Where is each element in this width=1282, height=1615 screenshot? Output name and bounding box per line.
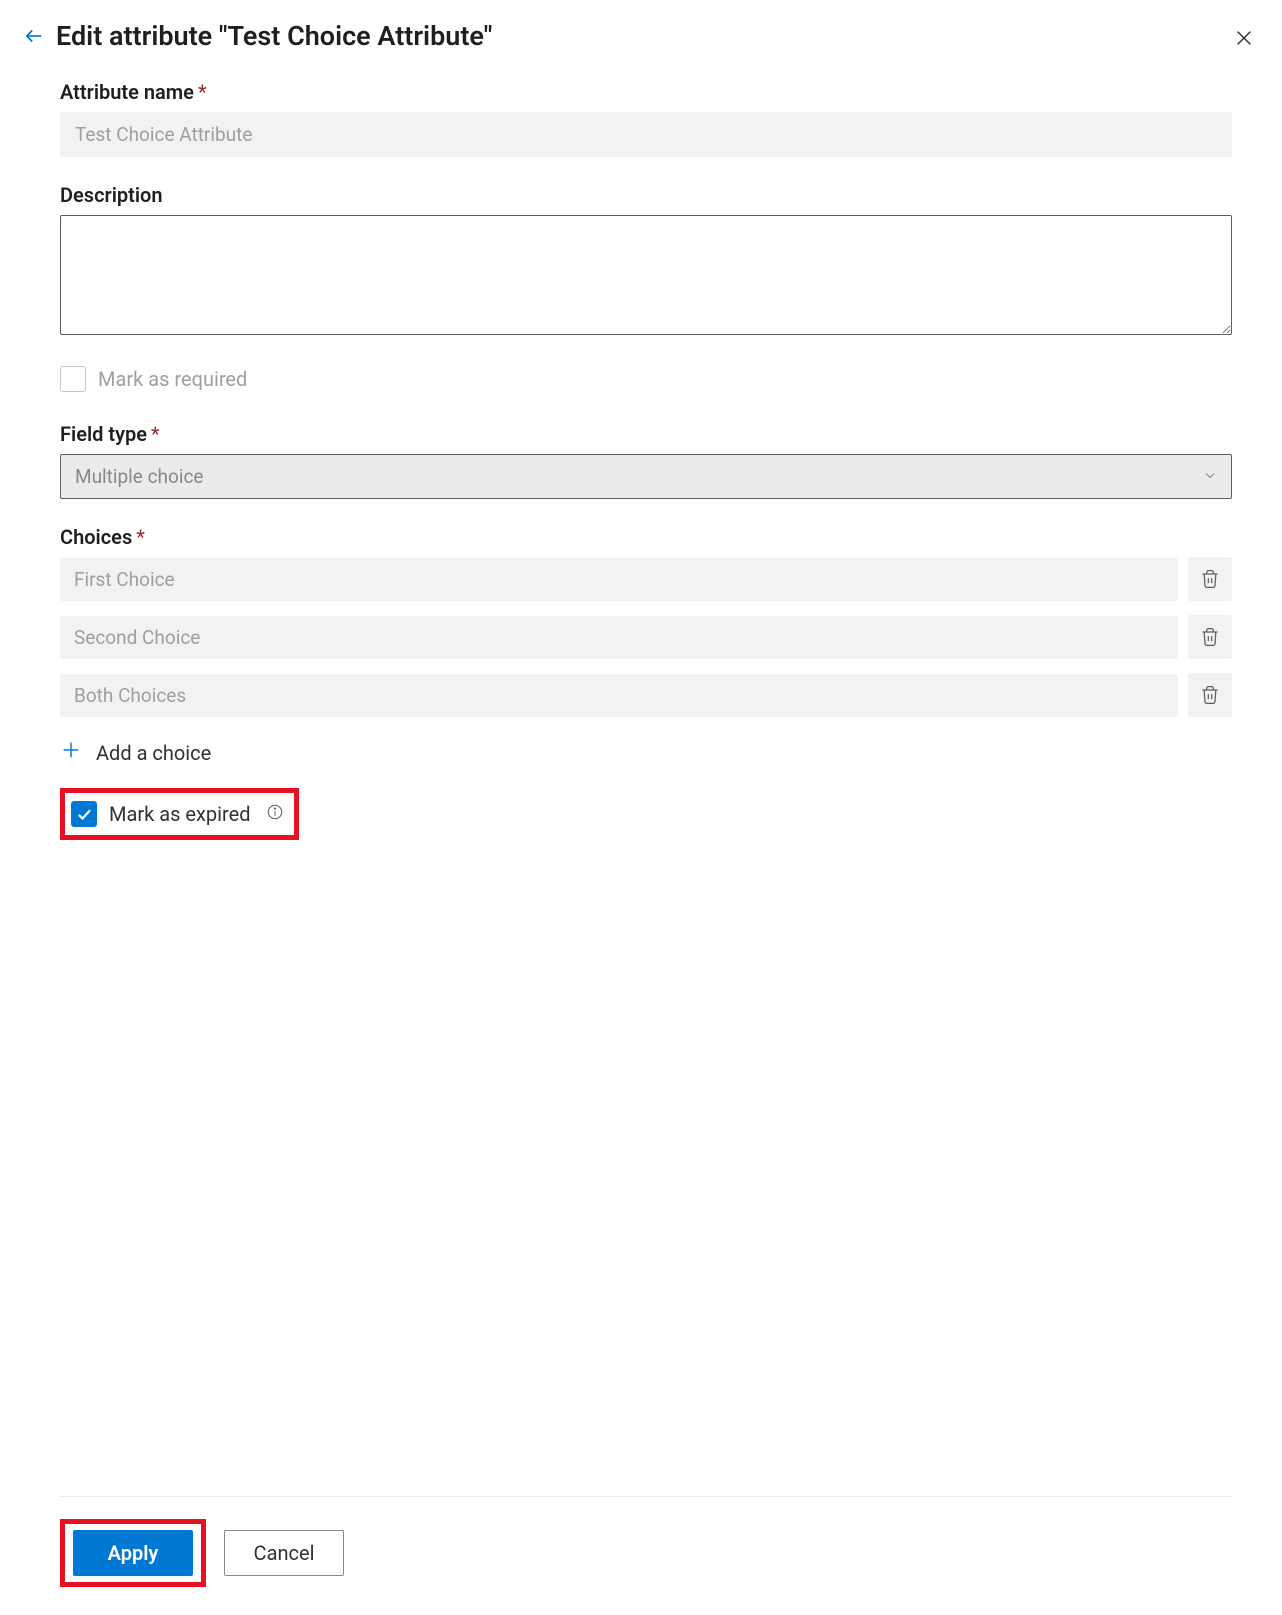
back-button[interactable] bbox=[20, 22, 48, 50]
delete-choice-button[interactable] bbox=[1188, 557, 1232, 601]
trash-icon bbox=[1200, 685, 1220, 705]
close-icon bbox=[1233, 27, 1255, 49]
description-label: Description bbox=[60, 183, 1232, 207]
choice-row bbox=[60, 673, 1232, 717]
delete-choice-button[interactable] bbox=[1188, 673, 1232, 717]
choice-row bbox=[60, 615, 1232, 659]
field-type-select bbox=[60, 454, 1232, 499]
add-choice-label: Add a choice bbox=[96, 741, 211, 765]
required-indicator: * bbox=[136, 525, 145, 549]
required-indicator: * bbox=[151, 422, 160, 446]
choices-label: Choices* bbox=[60, 525, 1232, 549]
footer-bar: Apply Cancel bbox=[60, 1496, 1232, 1615]
attribute-name-input bbox=[60, 112, 1232, 157]
panel-title: Edit attribute "Test Choice Attribute" bbox=[56, 20, 492, 52]
choice-input bbox=[60, 558, 1178, 601]
trash-icon bbox=[1200, 569, 1220, 589]
mark-expired-label: Mark as expired bbox=[109, 802, 250, 826]
mark-required-label: Mark as required bbox=[98, 367, 247, 391]
add-choice-button[interactable]: Add a choice bbox=[60, 739, 1232, 766]
close-button[interactable] bbox=[1228, 22, 1260, 54]
apply-button[interactable]: Apply bbox=[73, 1530, 193, 1576]
arrow-left-icon bbox=[23, 25, 45, 47]
delete-choice-button[interactable] bbox=[1188, 615, 1232, 659]
choice-input bbox=[60, 616, 1178, 659]
annotation-highlight: Apply bbox=[60, 1519, 206, 1587]
required-indicator: * bbox=[198, 80, 207, 104]
checkmark-icon bbox=[75, 805, 93, 823]
info-icon[interactable] bbox=[266, 803, 284, 826]
annotation-highlight: Mark as expired bbox=[60, 788, 299, 840]
attribute-name-label: Attribute name* bbox=[60, 80, 1232, 104]
description-textarea[interactable] bbox=[60, 215, 1232, 335]
choice-row bbox=[60, 557, 1232, 601]
cancel-button[interactable]: Cancel bbox=[224, 1530, 344, 1576]
trash-icon bbox=[1200, 627, 1220, 647]
plus-icon bbox=[60, 739, 82, 766]
choice-input bbox=[60, 674, 1178, 717]
field-type-label: Field type* bbox=[60, 422, 1232, 446]
mark-expired-checkbox[interactable] bbox=[71, 801, 97, 827]
mark-required-checkbox bbox=[60, 366, 86, 392]
